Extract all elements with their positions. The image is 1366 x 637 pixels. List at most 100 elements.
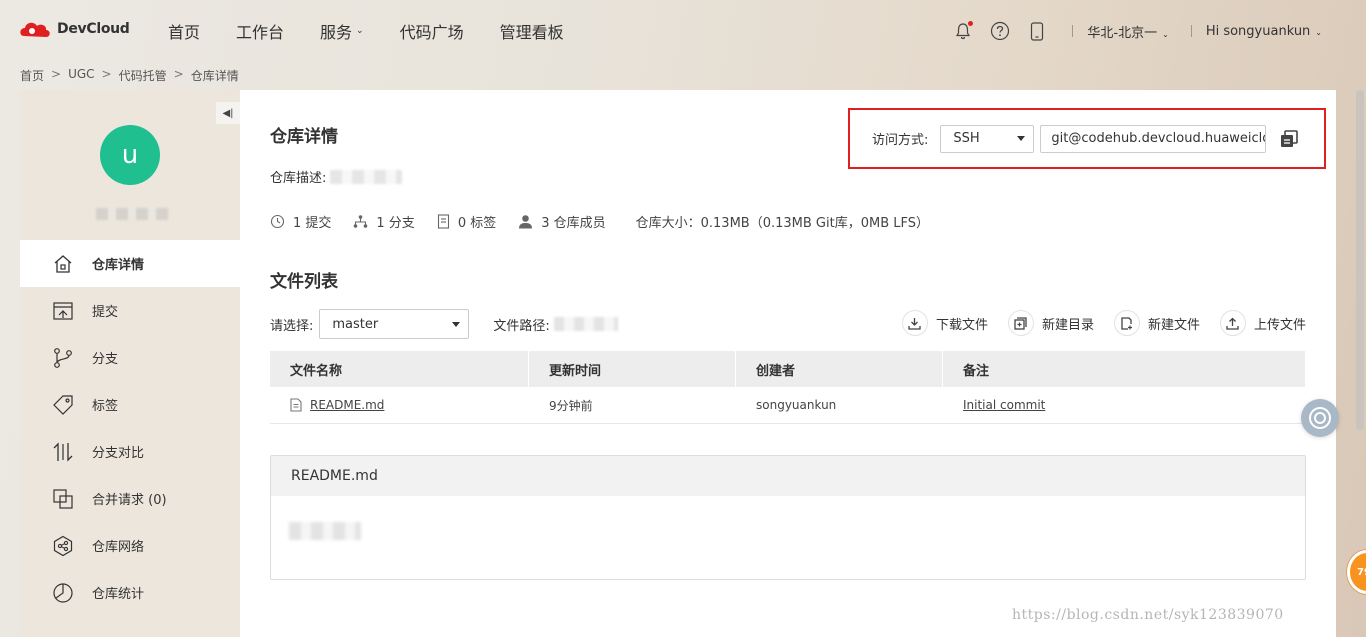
new-folder-icon (1007, 310, 1034, 336)
tag-icon (52, 394, 74, 416)
download-file-button[interactable]: 下载文件 (901, 310, 988, 336)
sidebar-item-repo-details[interactable]: 仓库详情 (20, 240, 240, 287)
sidebar-item-tags[interactable]: 标签 (20, 381, 240, 428)
nav-services[interactable]: 服务 ⌄ (320, 19, 364, 43)
notification-dot (968, 21, 974, 26)
collapse-sidebar-button[interactable]: ◀| (216, 102, 240, 124)
sidebar-item-branches[interactable]: 分支 (20, 334, 240, 381)
file-table: 文件名称 更新时间 创建者 备注 README.md 9分钟前 songyuan… (270, 351, 1306, 424)
sidebar-item-repo-network[interactable]: 仓库网络 (20, 522, 240, 569)
nav-dashboard-label: 管理看板 (499, 23, 564, 42)
blurred-username (96, 208, 168, 220)
sidebar-item-merge-requests[interactable]: 合并请求 (0) (20, 475, 240, 522)
top-navigation-bar: DevCloud 首页 工作台 服务 ⌄ 代码广场 管理看板 华北-北京一 ⌄ Hi… (0, 0, 1366, 62)
branch-select[interactable]: master (319, 309, 470, 339)
download-file-label: 下载文件 (935, 317, 988, 333)
note-cell: Initial commit (943, 387, 1306, 423)
nav-dashboard[interactable]: 管理看板 (500, 19, 564, 43)
commit-message-link[interactable]: Initial commit (963, 398, 1045, 412)
bell-icon[interactable] (952, 20, 974, 42)
merge-request-icon (52, 488, 74, 510)
floating-support-button[interactable] (1301, 399, 1339, 437)
new-folder-label: 新建目录 (1041, 317, 1094, 333)
nav-code-square[interactable]: 代码广场 (400, 19, 464, 43)
sidebar-item-label: 仓库统计 (92, 587, 145, 602)
breadcrumb-separator: > (51, 67, 62, 81)
file-actions: 下载文件 新建目录 新建文件 上传文件 (882, 310, 1306, 336)
nav-workbench-label: 工作台 (236, 23, 285, 42)
user-icon (519, 215, 533, 229)
devcloud-logo-icon (20, 22, 50, 37)
repo-stats: 1 提交 1 分支 0 标签 3 仓库成员 仓库大小：0.13MB（0.13MB… (270, 212, 929, 231)
branch-value: master (332, 316, 379, 332)
column-header-updated[interactable]: 更新时间 (529, 351, 736, 387)
mobile-icon[interactable] (1026, 20, 1048, 42)
branches-stat[interactable]: 1 分支 (353, 212, 415, 231)
tags-stat[interactable]: 0 标签 (437, 212, 496, 231)
upload-file-button[interactable]: 上传文件 (1219, 310, 1306, 336)
chevron-down-icon: ⌄ (1315, 27, 1322, 37)
nav-home-label: 首页 (168, 23, 201, 42)
chevron-down-icon: ⌄ (1162, 29, 1169, 39)
copy-button[interactable] (1278, 128, 1300, 150)
access-method-label: 访问方式: (872, 133, 929, 148)
user-menu[interactable]: Hi songyuankun ⌄ (1206, 24, 1322, 39)
protocol-select[interactable]: SSH (940, 124, 1035, 153)
page-scrollbar[interactable] (1356, 90, 1364, 430)
branch-icon (52, 347, 74, 369)
tag-doc-icon (437, 214, 449, 229)
support-icon (1309, 407, 1331, 429)
download-icon (901, 310, 928, 336)
clone-url-input[interactable]: git@codehub.devcloud.huaweicloud.com (1040, 124, 1267, 153)
creator-cell: songyuankun (756, 398, 837, 412)
breadcrumb-code-hosting[interactable]: 代码托管 (119, 67, 167, 84)
new-file-button[interactable]: 新建文件 (1113, 310, 1200, 336)
file-list-title: 文件列表 (270, 272, 338, 292)
readme-title: README.md (271, 456, 1305, 496)
breadcrumb-project[interactable]: UGC (68, 67, 94, 84)
nav-home[interactable]: 首页 (168, 19, 200, 43)
members-stat[interactable]: 3 仓库成员 (518, 212, 606, 231)
breadcrumb-home[interactable]: 首页 (20, 67, 44, 84)
new-file-icon (1113, 310, 1140, 336)
updated-cell: 9分钟前 (549, 398, 593, 413)
watermark: https://blog.csdn.net/syk123839070 (1012, 607, 1284, 623)
sidebar-item-label: 分支对比 (92, 446, 145, 461)
sidebar-item-branch-compare[interactable]: 分支对比 (20, 428, 240, 475)
sidebar-item-commits[interactable]: 提交 (20, 287, 240, 334)
avatar: u (100, 125, 160, 185)
sidebar-item-label: 仓库网络 (92, 540, 145, 555)
divider (1072, 25, 1074, 37)
file-path-label: 文件路径: (493, 318, 550, 334)
sidebar-item-label: 分支 (92, 352, 119, 367)
nav-workbench[interactable]: 工作台 (236, 19, 284, 43)
sidebar: ◀| u 仓库详情 提交 分支 标签 分支对比 合并请求 (0) 仓库网络 仓库… (20, 90, 240, 637)
header-tools: 华北-北京一 ⌄ Hi songyuankun ⌄ (937, 0, 1322, 62)
region-label: 华北-北京一 (1087, 25, 1158, 41)
divider (1190, 25, 1192, 37)
column-header-note[interactable]: 备注 (943, 351, 1306, 387)
blurred-readme-content (289, 522, 361, 540)
main-nav: 首页 工作台 服务 ⌄ 代码广场 管理看板 (168, 0, 600, 62)
table-header: 文件名称 更新时间 创建者 备注 (270, 351, 1306, 387)
floating-badge[interactable]: 79 (1347, 550, 1366, 594)
avatar-letter: u (121, 140, 139, 170)
breadcrumb-separator: > (101, 67, 112, 81)
column-header-creator[interactable]: 创建者 (736, 351, 943, 387)
sidebar-item-label: 标签 (92, 399, 119, 414)
file-link[interactable]: README.md (310, 398, 384, 412)
commits-stat[interactable]: 1 提交 (270, 212, 331, 231)
new-folder-button[interactable]: 新建目录 (1007, 310, 1094, 336)
clone-url-value: git@codehub.devcloud.huaweicloud.com (1051, 131, 1265, 146)
chevron-down-icon: ⌄ (356, 26, 364, 36)
user-greeting: Hi songyuankun (1205, 23, 1311, 39)
column-header-name[interactable]: 文件名称 (270, 351, 529, 387)
nav-services-label: 服务 (320, 23, 353, 42)
sidebar-item-repo-stats[interactable]: 仓库统计 (20, 569, 240, 616)
help-icon[interactable] (989, 20, 1011, 42)
devcloud-logo[interactable]: DevCloud (18, 18, 130, 40)
sidebar-item-label: 仓库详情 (92, 258, 145, 273)
breadcrumb-current: 仓库详情 (190, 69, 239, 83)
branch-icon (354, 215, 368, 228)
region-selector[interactable]: 华北-北京一 ⌄ (1087, 22, 1168, 41)
